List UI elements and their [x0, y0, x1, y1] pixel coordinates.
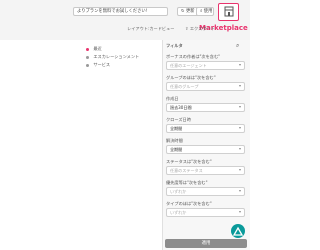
filter-label: 作成日 — [166, 96, 179, 101]
marketplace-icon-button[interactable] — [218, 3, 239, 21]
help-button-label: 使用 — [203, 9, 213, 14]
status-dot-icon — [86, 55, 89, 59]
resolution-time-select[interactable]: 全期間 — [166, 145, 245, 154]
triangle-logo-icon — [232, 226, 244, 236]
type-filter-select[interactable]: いずれか — [166, 208, 245, 217]
priority-filter-value: いずれか — [170, 189, 187, 194]
status-filter-value: 任意のステータス — [170, 168, 203, 173]
list-item[interactable]: サービス — [86, 62, 110, 68]
filter-label: グループのほは"次を含む" — [166, 75, 216, 80]
filter-label: タイプのほは"次を含む" — [166, 201, 212, 206]
top-bar — [0, 0, 250, 40]
status-dot-icon — [86, 63, 89, 67]
filter-label: クローズ日時 — [166, 117, 191, 122]
created-date-value: 過去30日間 — [170, 105, 192, 110]
list-item[interactable]: 最近 — [86, 46, 102, 52]
agent-filter-value: 任意のエージェント — [170, 63, 207, 68]
filter-label: ボーナスの作者は"次を含む" — [166, 54, 221, 59]
created-date-select[interactable]: 過去30日間 — [166, 103, 245, 112]
type-filter-value: いずれか — [170, 210, 187, 215]
filter-panel-title: フィルタ — [166, 43, 183, 48]
list-item-label: サービス — [93, 62, 111, 67]
export-link[interactable]: ⇪ エクスポート — [185, 26, 215, 32]
list-item-label: 最近 — [93, 46, 102, 51]
search-icon: ⌕ — [200, 9, 203, 14]
export-icon: ⇪ — [185, 26, 189, 31]
resolution-time-value: 全期間 — [170, 147, 183, 152]
help-button[interactable]: ⌕ 使用 — [196, 7, 214, 16]
closed-date-value: 全期間 — [170, 126, 183, 131]
marketplace-icon — [224, 6, 234, 17]
chevron-down-icon — [239, 85, 241, 87]
closed-date-select[interactable]: 全期間 — [166, 124, 245, 133]
group-filter-select[interactable]: 任意のグループ — [166, 82, 245, 91]
chevron-down-icon — [239, 64, 241, 66]
filter-label: ステータスは"次を含む" — [166, 159, 212, 164]
layout-link[interactable]: レイアウト:カードビュー — [127, 26, 174, 32]
filter-label: 解決時間 — [166, 138, 183, 143]
filter-label: 優先度等は"次を含む" — [166, 180, 208, 185]
group-filter-value: 任意のグループ — [170, 84, 199, 89]
status-dot-icon — [86, 47, 89, 51]
chevron-down-icon — [239, 169, 241, 171]
chevron-down-icon — [239, 190, 241, 192]
trial-plan-button[interactable]: よりプランを無料でお試しください! — [73, 7, 168, 16]
refresh-icon: ↻ — [181, 9, 185, 14]
search-icon[interactable]: ⌕ — [236, 42, 239, 50]
chevron-down-icon — [239, 127, 241, 129]
update-button-label: 更新 — [185, 9, 195, 14]
priority-filter-select[interactable]: いずれか — [166, 187, 245, 196]
agent-filter-select[interactable]: 任意のエージェント — [166, 61, 245, 70]
list-item[interactable]: エスカレーションメント — [86, 54, 139, 60]
help-widget-button[interactable] — [231, 224, 245, 238]
chevron-down-icon — [239, 148, 241, 150]
chevron-down-icon — [239, 106, 241, 108]
export-link-label: エクスポート — [189, 26, 215, 31]
chevron-down-icon — [239, 211, 241, 213]
status-filter-select[interactable]: 任意のステータス — [166, 166, 245, 175]
apply-button[interactable]: 適用 — [165, 239, 247, 248]
list-item-label: エスカレーションメント — [93, 54, 140, 59]
